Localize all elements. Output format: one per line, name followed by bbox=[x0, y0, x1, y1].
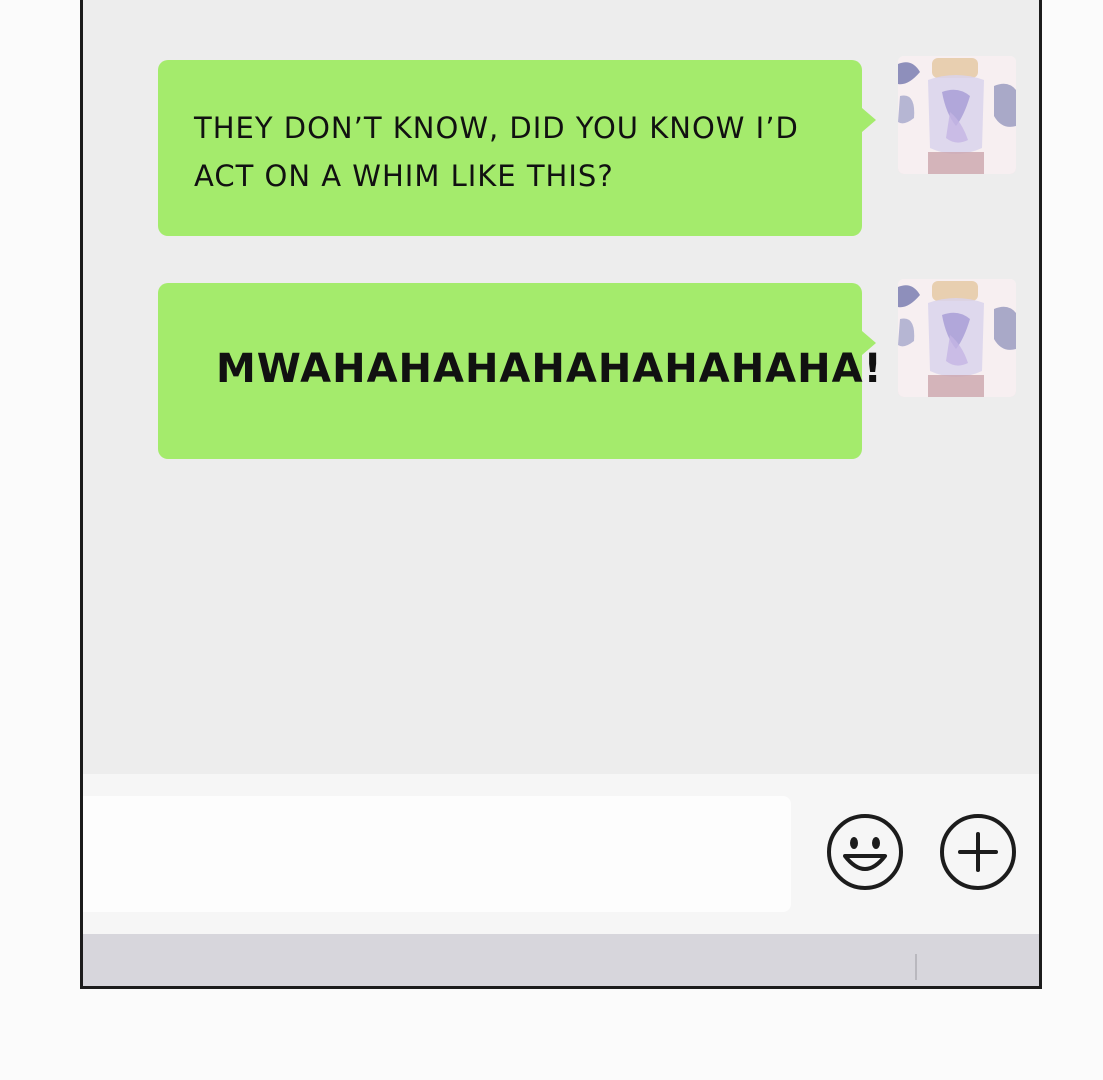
chat-message-list[interactable]: THEY DON’T KNOW, DID YOU KNOW I’D ACT ON… bbox=[83, 0, 1039, 774]
avatar[interactable] bbox=[898, 279, 1016, 397]
page: THEY DON’T KNOW, DID YOU KNOW I’D ACT ON… bbox=[0, 0, 1103, 1080]
avatar[interactable] bbox=[898, 56, 1016, 174]
message-text-line: ACT ON A WHIM LIKE THIS? bbox=[194, 159, 614, 193]
emoji-button[interactable] bbox=[825, 812, 905, 892]
plus-button[interactable] bbox=[938, 812, 1018, 892]
message-input[interactable] bbox=[83, 796, 791, 912]
bottom-panel bbox=[83, 934, 1039, 986]
avatar-image bbox=[898, 279, 1016, 397]
message-bubble[interactable]: THEY DON’T KNOW, DID YOU KNOW I’D ACT ON… bbox=[158, 60, 876, 236]
message-text-line: THEY DON’T KNOW, DID YOU KNOW I’D bbox=[194, 111, 799, 145]
message-input-bar bbox=[83, 774, 1039, 934]
plus-circle-icon bbox=[940, 814, 1016, 890]
divider bbox=[915, 954, 917, 980]
message-text: MWAHAHAHAHAHAHAHAHA! bbox=[216, 346, 883, 392]
phone-screen: THEY DON’T KNOW, DID YOU KNOW I’D ACT ON… bbox=[80, 0, 1042, 989]
message-bubble[interactable]: MWAHAHAHAHAHAHAHAHA! bbox=[158, 283, 883, 459]
avatar-image bbox=[898, 56, 1016, 174]
message-text: THEY DON’T KNOW, DID YOU KNOW I’D ACT ON… bbox=[194, 104, 844, 200]
smiley-face-icon bbox=[827, 814, 903, 890]
